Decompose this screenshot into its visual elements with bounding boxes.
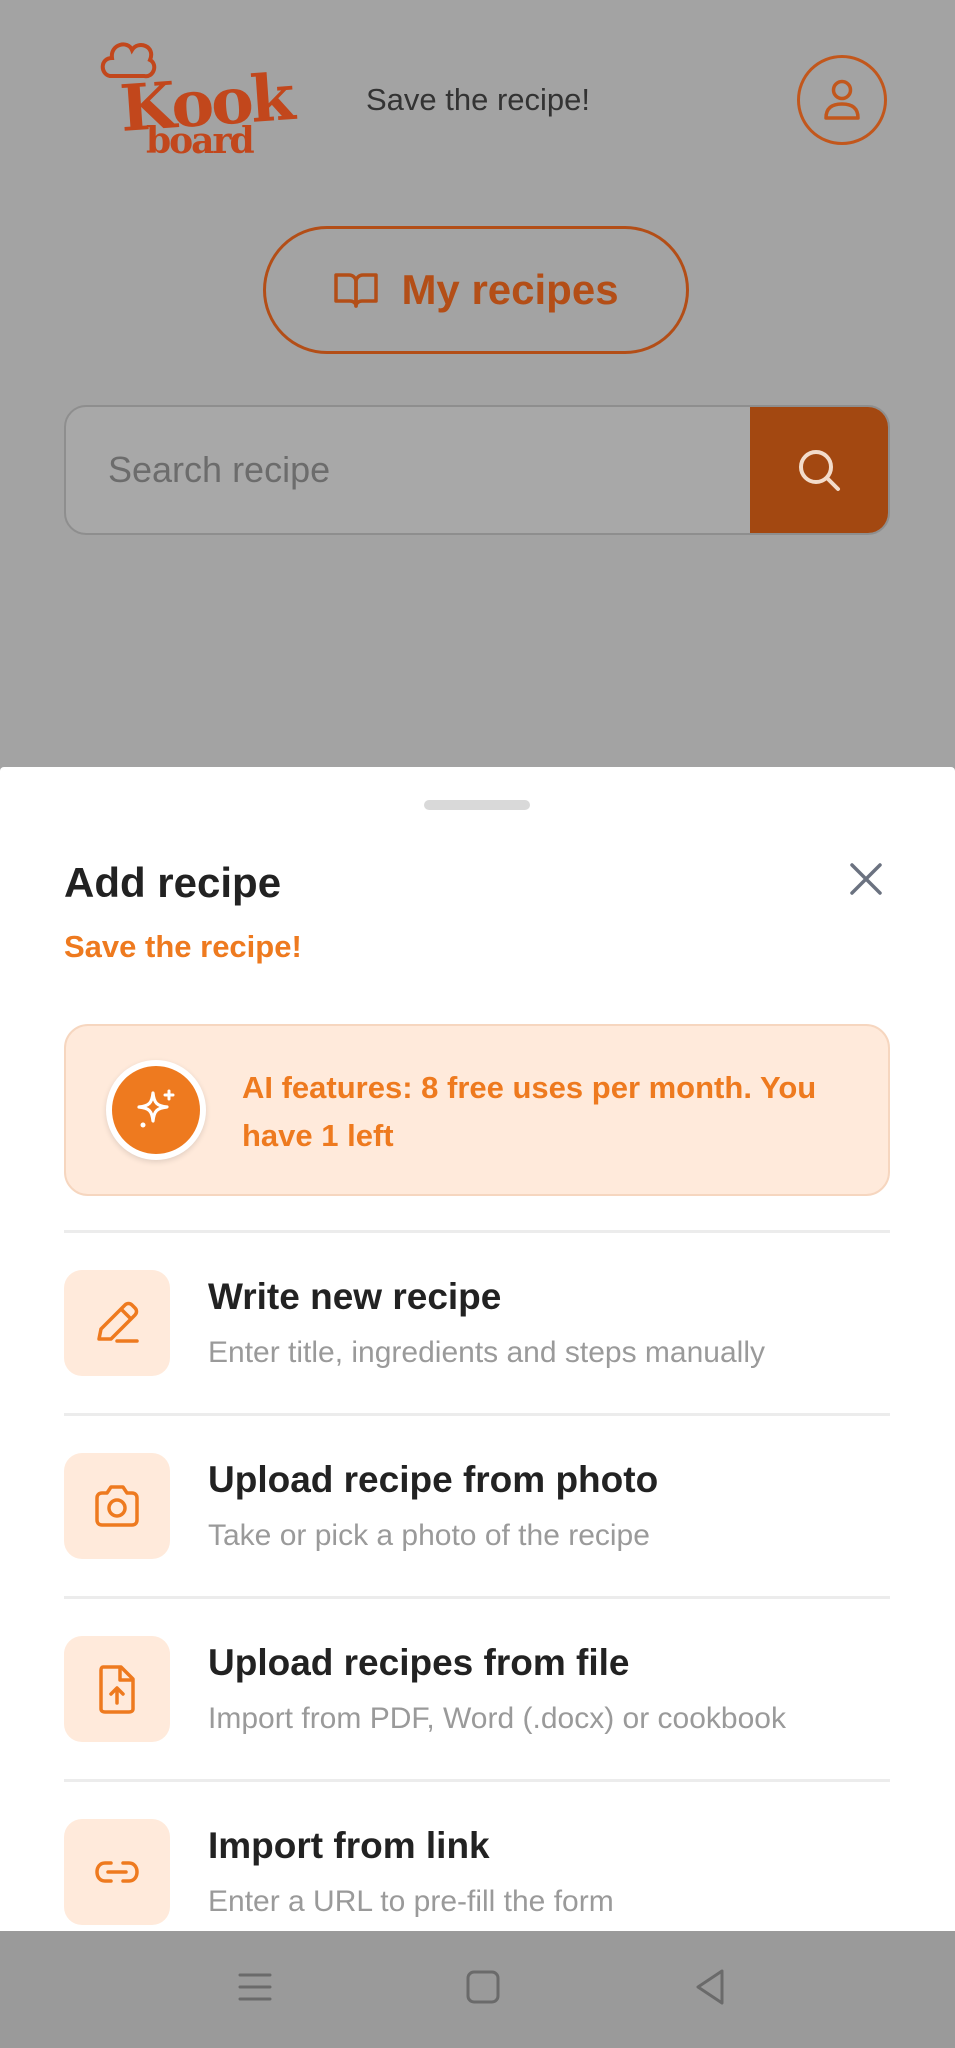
menu-icon[interactable]	[236, 1967, 274, 2007]
option-description: Take or pick a photo of the recipe	[208, 1519, 650, 1552]
divider	[64, 1596, 890, 1599]
ai-badge	[106, 1060, 206, 1160]
option-title: Import from link	[208, 1825, 490, 1866]
link-icon	[95, 1861, 139, 1883]
header-tagline: Save the recipe!	[366, 82, 591, 117]
sheet-subtitle: Save the recipe!	[64, 929, 302, 964]
sparkles-icon	[137, 1089, 175, 1128]
option-icon-box	[64, 1636, 170, 1742]
option-title: Upload recipe from photo	[208, 1459, 659, 1500]
option-title: Write new recipe	[208, 1276, 502, 1317]
option-upload-from-file[interactable]: Upload recipes from file Import from PDF…	[64, 1636, 890, 1746]
user-icon	[824, 79, 860, 120]
option-upload-from-photo[interactable]: Upload recipe from photo Take or pick a …	[64, 1453, 890, 1563]
divider	[64, 1413, 890, 1416]
ai-usage-notice: AI features: 8 free uses per month. You …	[64, 1024, 890, 1196]
option-description: Enter a URL to pre-fill the form	[208, 1885, 614, 1918]
option-icon-box	[64, 1819, 170, 1925]
kookboard-logo: Kook board	[92, 36, 294, 166]
option-title: Upload recipes from file	[208, 1642, 630, 1683]
option-import-from-link[interactable]: Import from link Enter a URL to pre-fill…	[64, 1819, 890, 1929]
pencil-icon	[97, 1301, 139, 1343]
file-upload-icon	[99, 1665, 135, 1714]
option-icon-box	[64, 1453, 170, 1559]
book-open-icon	[334, 273, 379, 308]
option-description: Import from PDF, Word (.docx) or cookboo…	[208, 1702, 786, 1735]
close-icon[interactable]	[846, 859, 886, 899]
system-navigation-bar	[0, 1931, 955, 2048]
search-bar	[64, 405, 890, 535]
ai-usage-text: AI features: 8 free uses per month. You …	[242, 1070, 817, 1153]
my-recipes-button[interactable]: My recipes	[263, 226, 689, 354]
sheet-drag-handle[interactable]	[424, 800, 530, 810]
home-icon[interactable]	[465, 1967, 501, 2007]
search-input[interactable]	[66, 407, 752, 533]
search-icon	[799, 450, 840, 491]
option-description: Enter title, ingredients and steps manua…	[208, 1336, 765, 1369]
divider	[64, 1230, 890, 1233]
sheet-title: Add recipe	[64, 859, 282, 906]
option-write-new-recipe[interactable]: Write new recipe Enter title, ingredient…	[64, 1270, 890, 1380]
option-icon-box	[64, 1270, 170, 1376]
camera-icon	[95, 1485, 139, 1527]
divider	[64, 1779, 890, 1782]
search-button[interactable]	[750, 407, 888, 533]
add-recipe-sheet: Add recipe Save the recipe! AI features:…	[0, 767, 955, 1931]
back-icon[interactable]	[692, 1967, 728, 2007]
profile-button[interactable]	[797, 55, 887, 145]
logo-word-board: board	[146, 120, 255, 162]
my-recipes-label: My recipes	[401, 266, 619, 313]
